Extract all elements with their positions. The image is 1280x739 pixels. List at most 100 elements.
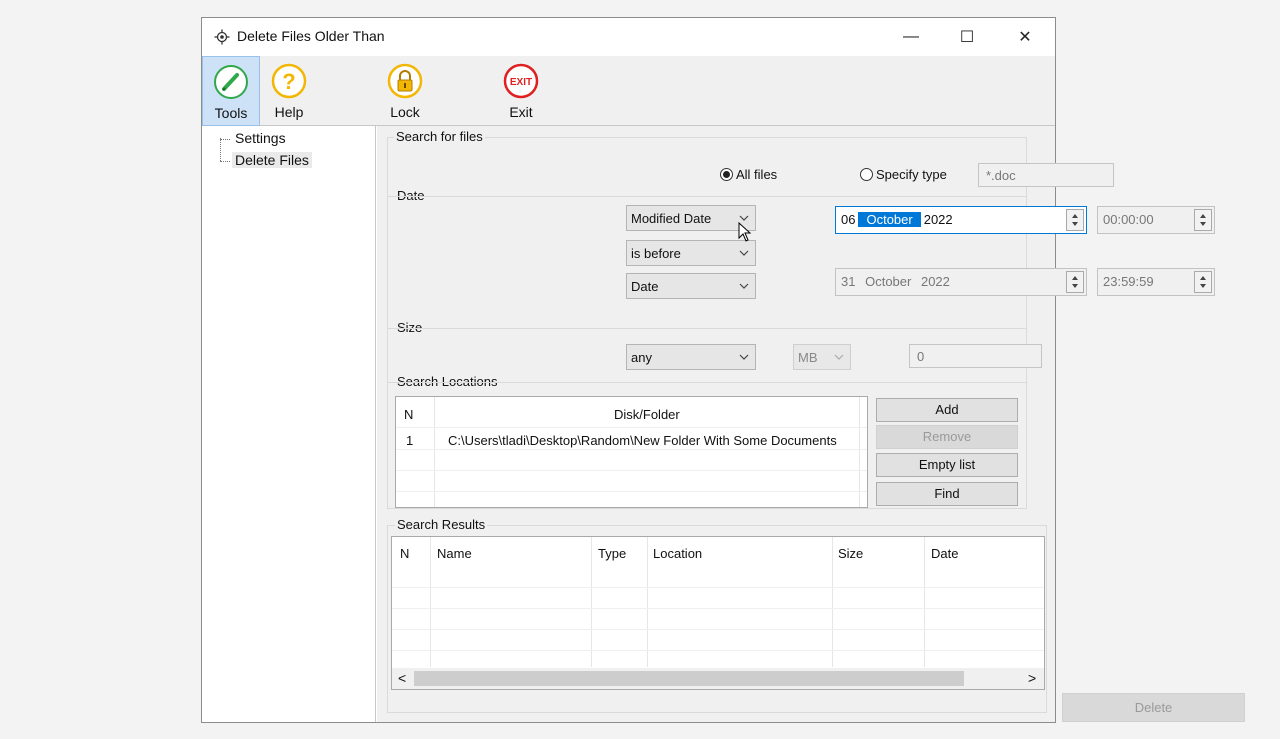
start-date-picker[interactable]: 06 October 2022 <box>835 206 1087 234</box>
help-button[interactable]: ? Help <box>260 56 318 126</box>
search-results-label: Search Results <box>395 517 488 532</box>
minimize-button[interactable]: — <box>883 18 939 56</box>
size-value-input[interactable]: 0 <box>909 344 1042 368</box>
locations-separator <box>387 382 1027 383</box>
scroll-left-button[interactable]: < <box>398 670 406 686</box>
window-title: Delete Files Older Than <box>237 28 385 44</box>
start-date-year[interactable]: 2022 <box>921 212 956 227</box>
size-condition-combo[interactable]: any <box>626 344 756 370</box>
column-divider <box>832 537 833 667</box>
date-field-value: Modified Date <box>631 211 712 226</box>
column-divider <box>647 537 648 667</box>
end-time-value: 23:59:59 <box>1103 274 1154 289</box>
app-icon <box>214 29 230 45</box>
start-time-spinner[interactable] <box>1194 209 1212 231</box>
chevron-down-icon <box>739 354 749 360</box>
row-divider <box>396 470 867 471</box>
start-time-value: 00:00:00 <box>1103 212 1154 227</box>
locations-header-folder[interactable]: Disk/Folder <box>614 407 680 422</box>
empty-list-button[interactable]: Empty list <box>876 453 1018 477</box>
results-header-type[interactable]: Type <box>598 546 626 561</box>
results-header-size[interactable]: Size <box>838 546 863 561</box>
tree-item-settings[interactable]: Settings <box>232 130 289 146</box>
svg-text:EXIT: EXIT <box>510 77 532 88</box>
find-button[interactable]: Find <box>876 482 1018 506</box>
all-files-radio[interactable]: All files <box>720 167 777 182</box>
navigation-tree: Settings Delete Files <box>202 126 376 722</box>
end-date-year: 2022 <box>920 274 950 289</box>
delete-button[interactable]: Delete <box>1062 693 1245 722</box>
location-row-n: 1 <box>406 433 414 448</box>
column-divider <box>430 537 431 667</box>
close-button[interactable]: ✕ <box>997 18 1053 56</box>
end-date-day: 31 <box>841 274 856 289</box>
main-panel: Search for files All files Specify type … <box>377 126 1245 722</box>
help-label: Help <box>274 104 304 120</box>
date-separator <box>387 196 1027 197</box>
results-header-date[interactable]: Date <box>931 546 958 561</box>
specify-type-radio[interactable]: Specify type <box>860 167 947 182</box>
start-date-spinner[interactable] <box>1066 209 1084 231</box>
size-condition-value: any <box>631 350 652 365</box>
location-row-path: C:\Users\tladi\Desktop\Random\New Folder… <box>448 433 837 448</box>
date-field-combo[interactable]: Modified Date <box>626 205 756 231</box>
lock-icon <box>387 63 423 99</box>
date-mode-value: Date <box>631 279 659 294</box>
add-button[interactable]: Add <box>876 398 1018 422</box>
toolbar: Tools ? Help Lock EXIT Exit <box>202 56 1055 126</box>
row-divider <box>396 491 867 492</box>
title-bar: Delete Files Older Than — ☐ ✕ <box>202 18 1055 56</box>
date-condition-value: is before <box>631 246 681 261</box>
end-time-picker[interactable]: 23:59:59 <box>1097 268 1215 296</box>
size-separator <box>387 328 1027 329</box>
start-date-day[interactable]: 06 <box>838 212 858 227</box>
tree-connector <box>220 161 230 162</box>
tree-item-delete-files[interactable]: Delete Files <box>232 152 312 168</box>
file-type-input[interactable]: *.doc <box>978 163 1114 187</box>
tools-button[interactable]: Tools <box>202 56 260 126</box>
start-date-month[interactable]: October <box>858 212 921 227</box>
horizontal-scrollbar[interactable]: < > <box>392 668 1044 689</box>
date-condition-combo[interactable]: is before <box>626 240 756 266</box>
end-time-spinner[interactable] <box>1194 271 1212 293</box>
pencil-icon <box>214 65 248 99</box>
tools-label: Tools <box>214 105 248 121</box>
end-date-picker[interactable]: 31 October 2022 <box>835 268 1087 296</box>
svg-text:?: ? <box>282 69 295 94</box>
results-header-n[interactable]: N <box>400 546 409 561</box>
size-unit-value: MB <box>798 350 818 365</box>
lock-button[interactable]: Lock <box>376 56 434 126</box>
tree-connector <box>220 139 230 140</box>
size-unit-combo[interactable]: MB <box>793 344 851 370</box>
mouse-cursor-icon <box>738 222 752 242</box>
app-window: Delete Files Older Than — ☐ ✕ Tools ? He… <box>201 17 1245 723</box>
results-header-location[interactable]: Location <box>653 546 702 561</box>
end-date-spinner[interactable] <box>1066 271 1084 293</box>
results-header-name[interactable]: Name <box>437 546 472 561</box>
end-date-month: October <box>865 274 912 289</box>
row-divider <box>392 650 1044 651</box>
results-list[interactable]: N Name Type Location Size Date < > <box>391 536 1045 690</box>
lock-label: Lock <box>390 104 420 120</box>
remove-button[interactable]: Remove <box>876 425 1018 449</box>
tree-connector <box>220 138 221 161</box>
row-divider <box>396 427 867 428</box>
row-divider <box>392 608 1044 609</box>
column-divider <box>924 537 925 667</box>
start-time-picker[interactable]: 00:00:00 <box>1097 206 1215 234</box>
chevron-down-icon <box>739 250 749 256</box>
row-divider <box>392 629 1044 630</box>
scrollbar-thumb[interactable] <box>414 671 964 686</box>
question-icon: ? <box>271 63 307 99</box>
search-for-files-label: Search for files <box>394 129 485 144</box>
scroll-right-button[interactable]: > <box>1028 670 1036 686</box>
date-mode-combo[interactable]: Date <box>626 273 756 299</box>
locations-list[interactable]: N Disk/Folder 1 C:\Users\tladi\Desktop\R… <box>395 396 868 508</box>
row-divider <box>396 449 867 450</box>
maximize-button[interactable]: ☐ <box>939 18 995 56</box>
exit-icon: EXIT <box>503 63 539 99</box>
locations-header-n[interactable]: N <box>404 407 413 422</box>
exit-label: Exit <box>509 104 533 120</box>
exit-button[interactable]: EXIT Exit <box>492 56 550 126</box>
chevron-down-icon <box>834 354 844 360</box>
